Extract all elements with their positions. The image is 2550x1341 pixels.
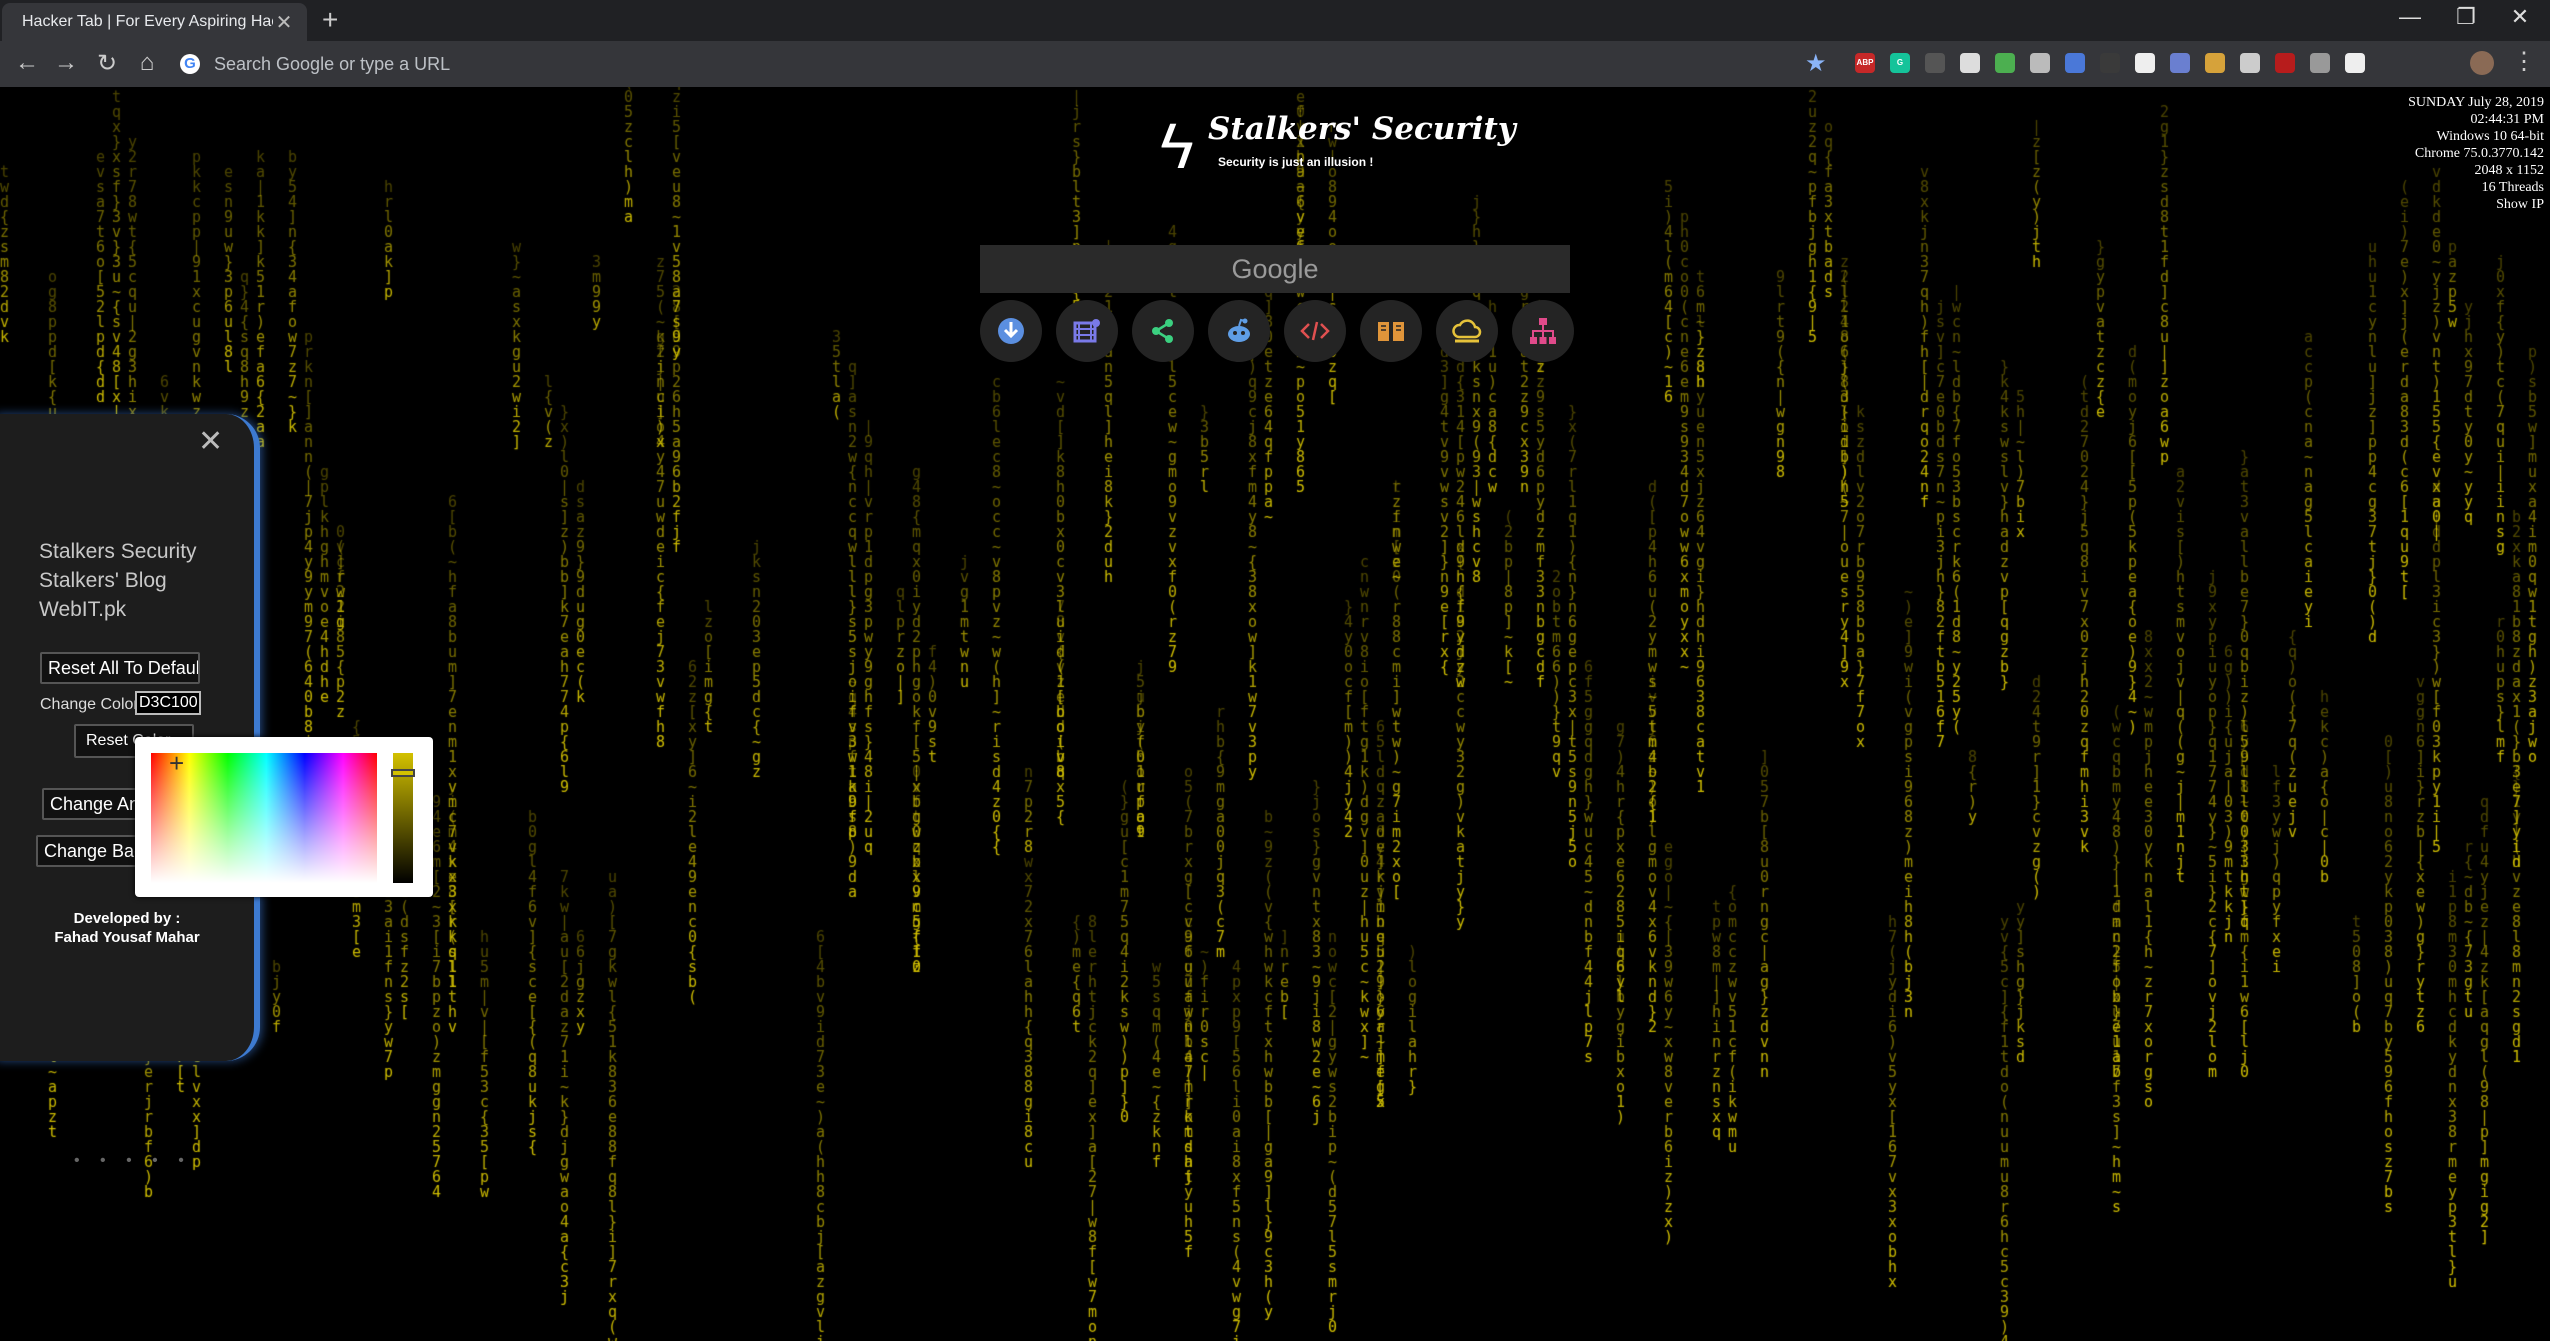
translate-ext-icon[interactable]	[2065, 53, 2085, 73]
profile-avatar[interactable]	[2470, 51, 2494, 75]
cloud-icon	[1452, 319, 1482, 343]
color-picker: +	[135, 737, 433, 897]
camera-ext-icon[interactable]	[2310, 53, 2330, 73]
logo-name: Stalkers' Security	[1208, 111, 1516, 147]
shortcut-reddit[interactable]	[1208, 300, 1270, 362]
forward-button[interactable]: →	[49, 49, 83, 77]
logo-tagline: Security is just an illusion !	[1218, 155, 1374, 169]
shortcut-book[interactable]	[1360, 300, 1422, 362]
color-ext-icon[interactable]	[1995, 53, 2015, 73]
minimize-button[interactable]: —	[2390, 4, 2430, 30]
speed-ext-icon[interactable]	[2135, 53, 2155, 73]
close-icon[interactable]: ✕	[198, 424, 223, 459]
tab-close-icon[interactable]: ✕	[273, 10, 295, 35]
tab-strip: Hacker Tab | For Every Aspiring Hacker ✕…	[0, 0, 2550, 41]
tab-title: Hacker Tab | For Every Aspiring Hacker	[22, 13, 273, 30]
book-icon	[1378, 322, 1404, 341]
screen-icon[interactable]	[1925, 53, 1945, 73]
reload-button[interactable]: ↻	[90, 49, 124, 78]
value-slider-handle[interactable]	[391, 769, 415, 777]
code-icon	[1300, 321, 1330, 341]
shortcut-icons	[980, 300, 1574, 362]
link-stalkers-security[interactable]: Stalkers Security	[39, 540, 197, 564]
server-ext-icon[interactable]	[2345, 53, 2365, 73]
reddit-icon	[1228, 318, 1250, 342]
adblock-icon[interactable]: ABP	[1855, 53, 1875, 73]
new-tab-page: ϟ Stalkers' Security Security is just an…	[0, 87, 2550, 1341]
omnibox[interactable]: G Search Google or type a URL	[180, 49, 1800, 79]
restore-button[interactable]: ❐	[2446, 4, 2486, 30]
link-stalkers-blog[interactable]: Stalkers' Blog	[39, 569, 167, 593]
sysinfo-date: SUNDAY July 28, 2019	[2408, 95, 2544, 110]
sysinfo-threads: 16 Threads	[2481, 180, 2544, 195]
video-icon	[1073, 319, 1100, 343]
reset-all-button[interactable]: Reset All To Default	[40, 652, 200, 684]
new-tab-button[interactable]: +	[322, 4, 338, 36]
extension-icons: ABP G	[1855, 53, 2365, 73]
close-window-button[interactable]: ✕	[2500, 4, 2540, 30]
pdf-ext-icon[interactable]	[2275, 53, 2295, 73]
gear-ext-icon[interactable]	[2170, 53, 2190, 73]
panel-dots: • • • • •	[74, 1152, 192, 1169]
shortcut-sitemap[interactable]	[1512, 300, 1574, 362]
sysinfo-os: Windows 10 64-bit	[2436, 129, 2544, 144]
bookmark-star-icon[interactable]: ★	[1805, 49, 1827, 78]
developer-name: Fahad Yousaf Mahar	[54, 929, 200, 946]
sitemap-icon	[1530, 318, 1556, 344]
trash-ext-icon[interactable]	[2240, 53, 2260, 73]
share-icon	[1152, 319, 1173, 343]
system-info: SUNDAY July 28, 2019 02:44:31 PM Windows…	[2408, 94, 2544, 213]
color-hex-input[interactable]	[135, 691, 201, 715]
lightning-bolt-icon: ϟ	[1160, 110, 1194, 182]
sysinfo-browser: Chrome 75.0.3770.142	[2414, 146, 2544, 161]
link-webit[interactable]: WebIT.pk	[39, 598, 126, 622]
browser-tab[interactable]: Hacker Tab | For Every Aspiring Hacker ✕	[2, 3, 307, 41]
sysinfo-resolution: 2048 x 1152	[2474, 163, 2544, 178]
back-button[interactable]: ←	[10, 49, 44, 77]
grammarly-icon[interactable]: G	[1890, 53, 1910, 73]
sysinfo-time: 02:44:31 PM	[2470, 112, 2544, 127]
show-ip-link[interactable]: Show IP	[2408, 196, 2544, 213]
google-search-input[interactable]	[980, 245, 1570, 293]
box-ext-icon[interactable]	[2205, 53, 2225, 73]
circle-ext-icon[interactable]	[1960, 53, 1980, 73]
shortcut-share[interactable]	[1132, 300, 1194, 362]
drop-ext-icon[interactable]	[2100, 53, 2120, 73]
hue-saturation-area[interactable]	[151, 753, 377, 883]
home-button[interactable]: ⌂	[130, 49, 164, 77]
google-icon: G	[180, 54, 200, 74]
site-logo: ϟ Stalkers' Security Security is just an…	[1160, 109, 1516, 182]
omnibox-placeholder: Search Google or type a URL	[214, 53, 451, 74]
shortcut-cloud[interactable]	[1436, 300, 1498, 362]
browser-toolbar: ← → ↻ ⌂ G Search Google or type a URL ★ …	[0, 41, 2550, 87]
shortcut-download[interactable]	[980, 300, 1042, 362]
shortcut-video[interactable]	[1056, 300, 1118, 362]
developed-by-label: Developed by :	[73, 910, 181, 927]
change-color-label: Change Color	[40, 696, 139, 713]
shortcut-code[interactable]	[1284, 300, 1346, 362]
download-icon	[998, 318, 1024, 344]
crosshair-icon[interactable]: +	[169, 750, 184, 776]
browser-menu-icon[interactable]: ⋮	[2512, 47, 2536, 76]
privacy-ext-icon[interactable]	[2030, 53, 2050, 73]
